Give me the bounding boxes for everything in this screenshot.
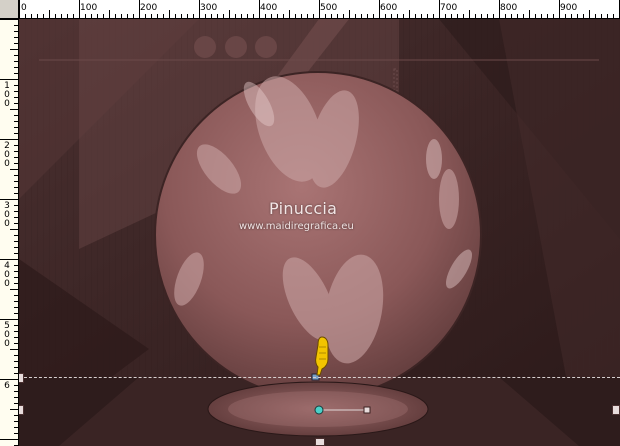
- artwork: [19, 19, 620, 446]
- watermark-title: Pinuccia: [269, 199, 338, 218]
- ruler-left-label: 100: [4, 81, 10, 109]
- ruler-top-label: 500: [320, 3, 338, 13]
- ruler-top-label: 200: [140, 3, 158, 13]
- scale-handle: [363, 406, 371, 414]
- vertical-ruler: 100 200 300 400 500 6: [0, 18, 19, 446]
- ruler-top-label: 600: [380, 3, 398, 13]
- ruler-left-label: 400: [4, 261, 10, 289]
- ruler-left-label: 500: [4, 321, 10, 349]
- ruler-left-label: 300: [4, 201, 10, 229]
- right-resize-handle[interactable]: [612, 405, 620, 415]
- ruler-top-label: 400: [260, 3, 278, 13]
- horizontal-ruler: 0 100 200 300 400 500 600 700 800 900: [0, 0, 620, 19]
- ruler-left-label: 200: [4, 141, 10, 169]
- left-resize-handle[interactable]: [19, 373, 24, 383]
- left-resize-handle[interactable]: [19, 405, 24, 415]
- ruler-top-label: 100: [80, 3, 98, 13]
- image-canvas[interactable]: Pinuccia www.maidiregrafica.eu: [19, 19, 620, 446]
- rotation-handle: [314, 405, 324, 415]
- guide-line[interactable]: [19, 377, 620, 378]
- bottom-resize-handle[interactable]: [315, 438, 325, 446]
- ruler-top-label: 300: [200, 3, 218, 13]
- ruler-top-label: 800: [500, 3, 518, 13]
- ruler-top-label: 700: [440, 3, 458, 13]
- watermark-url: www.maidiregrafica.eu: [239, 221, 354, 232]
- ruler-left-label: 6: [4, 381, 10, 391]
- ruler-top-label: 0: [21, 3, 27, 13]
- ruler-top-label: 900: [560, 3, 578, 13]
- ruler-corner: [0, 0, 19, 19]
